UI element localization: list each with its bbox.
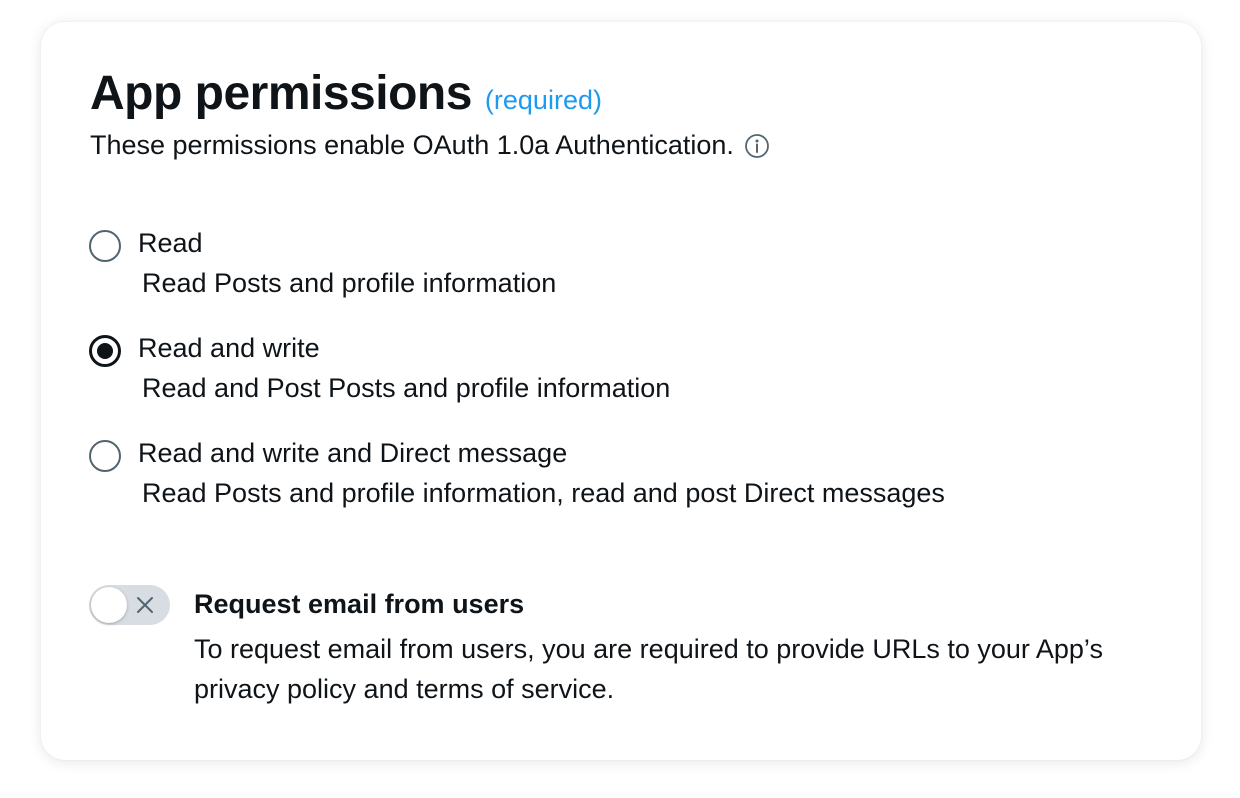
radio-read[interactable] <box>89 230 121 262</box>
option-label: Read and write and Direct message <box>138 438 568 468</box>
radio-read-write[interactable] <box>89 335 121 367</box>
page-title: App permissions <box>90 67 472 120</box>
permission-option-read-write[interactable]: Read and write Read and Post Posts and p… <box>89 333 1089 413</box>
option-label: Read and write <box>138 333 320 363</box>
subtitle: These permissions enable OAuth 1.0a Auth… <box>90 130 734 160</box>
option-label: Read <box>138 228 203 258</box>
option-description: Read Posts and profile information <box>142 268 557 298</box>
required-label: (required) <box>484 85 602 115</box>
permission-option-read-write-dm[interactable]: Read and write and Direct message Read P… <box>89 438 1089 518</box>
toggle-knob <box>91 587 127 623</box>
request-email-description: To request email from users, you are req… <box>194 634 1103 704</box>
permission-option-read[interactable]: Read Read Posts and profile information <box>89 228 1089 308</box>
request-email-toggle[interactable] <box>89 585 170 625</box>
radio-read-write-dm[interactable] <box>89 440 121 472</box>
title-row: App permissions (required) <box>90 66 602 121</box>
subtitle-row: These permissions enable OAuth 1.0a Auth… <box>90 130 770 161</box>
request-email-title: Request email from users <box>194 589 525 619</box>
close-icon <box>133 593 157 617</box>
app-permissions-card: App permissions (required) These permiss… <box>41 22 1201 760</box>
info-circle-icon[interactable] <box>744 133 770 159</box>
option-description: Read Posts and profile information, read… <box>142 478 945 508</box>
option-description: Read and Post Posts and profile informat… <box>142 373 671 403</box>
